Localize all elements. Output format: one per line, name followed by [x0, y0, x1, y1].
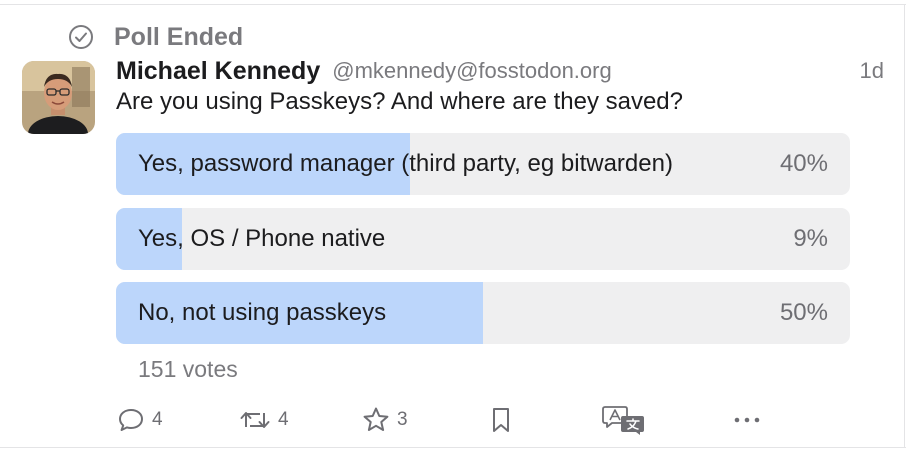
check-circle-icon	[68, 24, 94, 50]
post-author: Michael Kennedy @mkennedy@fosstodon.org	[116, 54, 612, 88]
poll-option-label: Yes, password manager (third party, eg b…	[138, 150, 673, 177]
translate-icon	[602, 404, 646, 436]
poll-option-label: No, not using passkeys	[138, 299, 387, 326]
more-button[interactable]	[732, 401, 762, 439]
reply-icon	[116, 405, 146, 435]
top-divider	[0, 4, 906, 5]
author-name[interactable]: Michael Kennedy	[116, 57, 320, 86]
post-text: Are you using Passkeys? And where are th…	[116, 88, 683, 115]
favorite-button[interactable]: 3	[361, 401, 408, 439]
poll-vote-count: 151 votes	[138, 356, 238, 382]
poll-option: Yes, OS / Phone native 9%	[116, 208, 850, 270]
poll-status: Poll Ended	[68, 22, 243, 52]
poll-status-label: Poll Ended	[114, 22, 244, 51]
boost-icon	[238, 405, 272, 435]
poll-option: Yes, password manager (third party, eg b…	[116, 133, 850, 195]
avatar[interactable]	[22, 61, 95, 134]
bookmark-button[interactable]	[488, 401, 514, 439]
boost-count: 4	[278, 409, 289, 430]
poll-option-percent: 50%	[779, 299, 828, 326]
favorite-count: 3	[397, 409, 408, 430]
reply-count: 4	[152, 409, 163, 430]
right-divider	[904, 4, 905, 448]
poll-option-percent: 40%	[779, 150, 828, 177]
more-icon	[732, 405, 762, 435]
poll-option-percent: 9%	[793, 225, 828, 252]
bottom-divider	[0, 447, 906, 448]
translate-button[interactable]	[602, 401, 646, 439]
bookmark-icon	[488, 405, 514, 435]
poll-option-label: Yes, OS / Phone native	[138, 225, 386, 252]
poll-option: No, not using passkeys 50%	[116, 282, 850, 344]
post-timestamp[interactable]: 1d	[860, 58, 884, 84]
boost-button[interactable]: 4	[238, 401, 289, 439]
star-icon	[361, 405, 391, 435]
author-handle[interactable]: @mkennedy@fosstodon.org	[332, 58, 611, 84]
reply-button[interactable]: 4	[116, 401, 163, 439]
